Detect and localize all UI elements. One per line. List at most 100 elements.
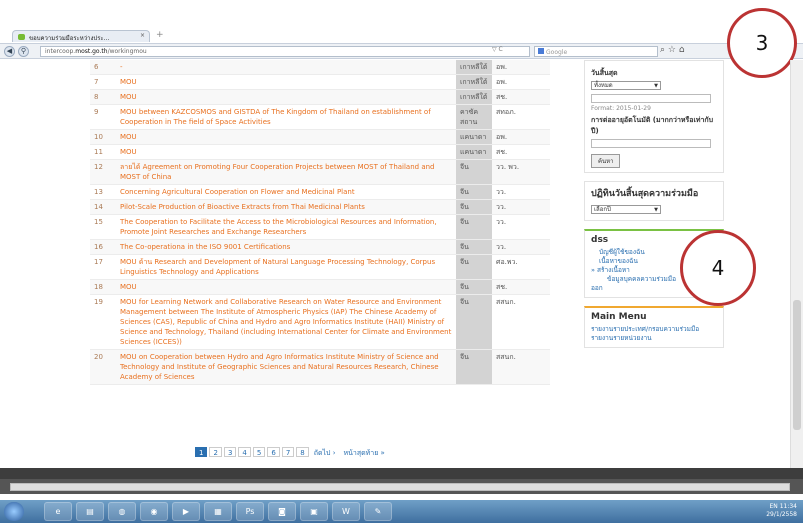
row-title[interactable]: MOU between KAZCOSMOS and GISTDA of The … <box>116 104 456 130</box>
filter-block: วันสิ้นสุด ทั้งหมด Format: 2015-01-29 กา… <box>584 60 724 173</box>
row-title[interactable]: Concerning Agricultural Cooperation on F… <box>116 184 456 200</box>
row-agency: ศอ.พว. <box>492 254 550 280</box>
google-icon <box>538 48 544 54</box>
format-hint: Format: 2015-01-29 <box>591 105 651 112</box>
row-title[interactable]: The Co-operationa in the ISO 9001 Certif… <box>116 239 456 255</box>
folder-icon[interactable]: ▦ <box>204 502 232 521</box>
row-agency: สทอภ. <box>492 104 550 130</box>
close-tab-icon[interactable]: × <box>140 32 145 39</box>
row-title[interactable]: - <box>116 60 456 75</box>
page-link-7[interactable]: 7 <box>281 447 295 457</box>
row-title[interactable]: MOU <box>116 89 456 105</box>
row-title[interactable]: The Cooperation to Facilitate the Access… <box>116 214 456 240</box>
page-link-2[interactable]: 2 <box>209 447 222 457</box>
browser-chrome: ขอบความร่วมมือระหว่างประ... × + <box>0 0 803 44</box>
row-agency: วว. <box>492 239 550 255</box>
row-number: 18 <box>90 279 116 295</box>
word-icon[interactable]: W <box>332 502 360 521</box>
row-country: จีน <box>456 294 492 350</box>
mou-table: 6- เกาหลีใต้ อพ. 7 MOU เกาหลีใต้ อพ. 8 MOU เกาหลี… <box>90 60 550 385</box>
identity-icon[interactable]: ⚲ <box>18 46 29 57</box>
page-next-link[interactable]: ถัดไป › <box>311 448 339 458</box>
horizontal-scrollbar[interactable] <box>10 483 790 491</box>
start-button[interactable] <box>4 502 24 521</box>
link-country-report[interactable]: รายงานรายประเทศ/กรอบความร่วมมือ <box>591 325 717 334</box>
row-title[interactable]: MOU <box>116 129 456 145</box>
pagination: 1 2 3 4 5 6 7 8 ถัดไป › หน้าสุดท้าย » <box>195 447 390 458</box>
line-icon[interactable]: ◙ <box>268 502 296 521</box>
url-field[interactable]: intercoop.most.go.th/workingmou <box>40 46 530 57</box>
row-title[interactable]: MOU for Learning Network and Collaborati… <box>116 294 456 350</box>
explorer-icon[interactable]: ▤ <box>76 502 104 521</box>
toolbar-icons[interactable]: ⌕ ☆ ⌂ <box>660 45 685 55</box>
row-title[interactable]: MOU on Cooperation between Hydro and Agr… <box>116 349 456 385</box>
extension-input[interactable] <box>591 139 711 148</box>
annotation-circle-4: 4 <box>680 230 756 306</box>
page-last-link[interactable]: หน้าสุดท้าย » <box>341 448 388 458</box>
page-content: 6- เกาหลีใต้ อพ. 7 MOU เกาหลีใต้ อพ. 8 MOU เกาหลี… <box>0 60 790 468</box>
row-agency: อพ. <box>492 74 550 90</box>
search-button[interactable]: ค้นหา <box>591 154 621 168</box>
row-country: จีน <box>456 239 492 255</box>
page-link-6[interactable]: 6 <box>267 447 280 457</box>
row-title[interactable]: MOU ด้าน Research and Development of Nat… <box>116 254 456 280</box>
scroll-thumb[interactable] <box>793 300 801 430</box>
browser-tab[interactable]: ขอบความร่วมมือระหว่างประ... × <box>12 30 150 42</box>
row-country: จีน <box>456 184 492 200</box>
row-agency: วว. <box>492 184 550 200</box>
page-link-3[interactable]: 3 <box>223 447 237 457</box>
row-country: จีน <box>456 214 492 240</box>
system-tray: EN 11:34 29/1/2558 <box>766 503 797 519</box>
network-icon[interactable]: ▣ <box>300 502 328 521</box>
page-link-1[interactable]: 1 <box>195 447 208 457</box>
firefox-icon[interactable]: ◍ <box>108 502 136 521</box>
row-title[interactable]: ลายได้ Agreement on Promoting Four Coope… <box>116 159 456 185</box>
row-title[interactable]: MOU <box>116 74 456 90</box>
table-row: 13 Concerning Agricultural Cooperation on… <box>90 184 550 200</box>
paint-icon[interactable]: ✎ <box>364 502 392 521</box>
row-agency: วว. <box>492 214 550 240</box>
date-input[interactable] <box>591 94 711 103</box>
row-number: 9 <box>90 104 116 130</box>
main-menu-block: Main Menu รายงานรายประเทศ/กรอบความร่วมมื… <box>584 306 724 348</box>
photoshop-icon[interactable]: Ps <box>236 502 264 521</box>
row-number: 6 <box>90 60 116 75</box>
row-country: จีน <box>456 199 492 215</box>
favicon-icon <box>18 34 25 40</box>
chrome-icon[interactable]: ◉ <box>140 502 168 521</box>
row-number: 10 <box>90 129 116 145</box>
row-number: 19 <box>90 294 116 350</box>
tab-title: ขอบความร่วมมือระหว่างประ... <box>29 35 110 42</box>
language-indicator[interactable]: EN <box>770 503 778 510</box>
clock-time[interactable]: 11:34 <box>780 503 797 510</box>
table-row: 11 MOU แคนาดา สช. <box>90 144 550 160</box>
row-country: แคนาดา <box>456 144 492 160</box>
new-tab-button[interactable]: + <box>156 30 164 40</box>
table-row: 12 ลายได้ Agreement on Promoting Four Coo… <box>90 159 550 185</box>
row-agency: สสนก. <box>492 349 550 385</box>
page-link-5[interactable]: 5 <box>252 447 266 457</box>
clock-date: 29/1/2558 <box>766 511 797 518</box>
media-icon[interactable]: ▶ <box>172 502 200 521</box>
vertical-scrollbar[interactable] <box>790 60 803 468</box>
back-icon[interactable]: ◀ <box>4 46 15 57</box>
page-link-4[interactable]: 4 <box>238 447 251 457</box>
row-title[interactable]: MOU <box>116 279 456 295</box>
end-date-select[interactable]: ทั้งหมด <box>591 81 661 90</box>
row-title[interactable]: Pilot-Scale Production of Bioactive Extr… <box>116 199 456 215</box>
ie-icon[interactable]: e <box>44 502 72 521</box>
reload-icon[interactable]: ▽ C <box>492 46 503 53</box>
table-row: 6- เกาหลีใต้ อพ. <box>90 60 550 75</box>
search-input[interactable]: Google <box>534 46 658 57</box>
row-agency: วว. <box>492 199 550 215</box>
row-agency: อพ. <box>492 60 550 75</box>
link-agency-report[interactable]: รายงานรายหน่วยงาน <box>591 334 717 343</box>
year-select[interactable]: เลือกปี <box>591 205 661 214</box>
page-link-8[interactable]: 8 <box>296 447 309 457</box>
row-title[interactable]: MOU <box>116 144 456 160</box>
row-number: 8 <box>90 89 116 105</box>
row-country: เกาหลีใต้ <box>456 89 492 105</box>
url-domain: most.go.th <box>75 48 108 55</box>
sidebar: วันสิ้นสุด ทั้งหมด Format: 2015-01-29 กา… <box>584 60 724 356</box>
calendar-heading: ปฏิทินวันสิ้นสุดความร่วมมือ <box>591 189 699 199</box>
